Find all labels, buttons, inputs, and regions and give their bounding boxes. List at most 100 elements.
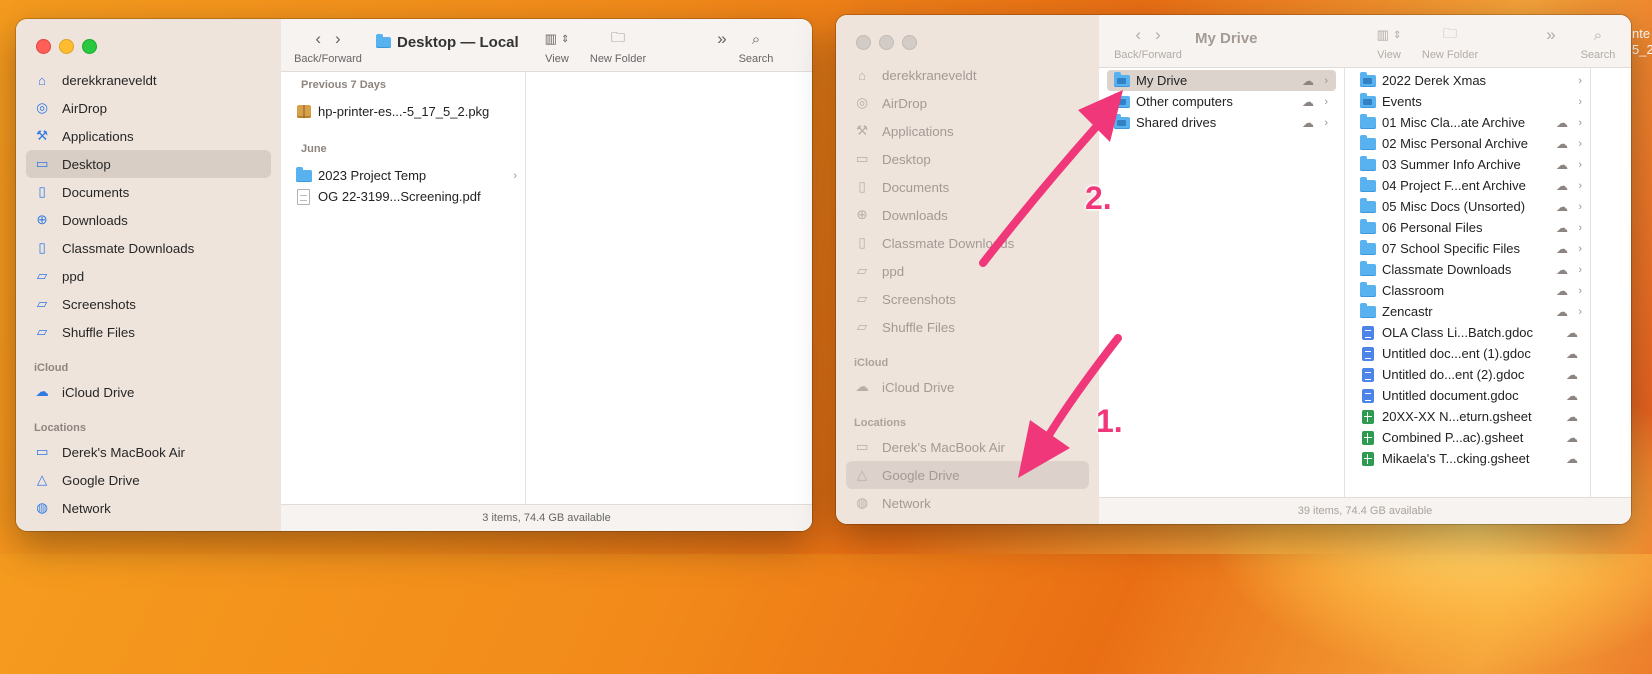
sidebar-item-derek-s-macbook-air[interactable]: ▭ Derek's MacBook Air: [846, 433, 1089, 461]
column-view-icon[interactable]: ▥: [1377, 27, 1389, 43]
cloud-download-icon[interactable]: ☁: [1562, 326, 1582, 340]
chevrons-right-icon[interactable]: »: [1546, 25, 1555, 45]
file-row[interactable]: Classroom ☁ ›: [1345, 280, 1590, 301]
sidebar-item-google-drive[interactable]: △ Google Drive: [846, 461, 1089, 489]
minimize-button[interactable]: [59, 39, 74, 54]
file-row[interactable]: Zencastr ☁ ›: [1345, 301, 1590, 322]
more-toolbar-control[interactable]: »: [1541, 23, 1561, 47]
new-folder-icon[interactable]: 🗀: [1443, 23, 1457, 47]
file-row[interactable]: 01 Misc Cla...ate Archive ☁ ›: [1345, 112, 1590, 133]
sidebar-item-ppd[interactable]: ▱ ppd: [26, 262, 271, 290]
cloud-download-icon[interactable]: ☁: [1552, 179, 1572, 193]
sidebar-item-desktop[interactable]: ▭ Desktop: [846, 145, 1089, 173]
cloud-download-icon[interactable]: ☁: [1552, 305, 1572, 319]
back-forward-control[interactable]: ‹ › Back/Forward: [293, 27, 363, 65]
cloud-download-icon[interactable]: ☁: [1552, 284, 1572, 298]
sidebar-item-google-drive[interactable]: △ Google Drive: [26, 466, 271, 494]
cloud-download-icon[interactable]: ☁: [1552, 158, 1572, 172]
sidebar-item-shuffle-files[interactable]: ▱ Shuffle Files: [26, 318, 271, 346]
file-row[interactable]: 06 Personal Files ☁ ›: [1345, 217, 1590, 238]
cloud-download-icon[interactable]: ☁: [1562, 347, 1582, 361]
sidebar-item-classmate-downloads[interactable]: ▯ Classmate Downloads: [846, 229, 1089, 257]
sidebar-item-network[interactable]: ◍ Network: [846, 489, 1089, 517]
file-row[interactable]: Combined P...ac).gsheet ☁: [1345, 427, 1590, 448]
view-control[interactable]: ▥ ⇕ View: [535, 27, 579, 65]
chevron-updown-icon[interactable]: ⇕: [1393, 30, 1401, 41]
sidebar-item-ppd[interactable]: ▱ ppd: [846, 257, 1089, 285]
file-row[interactable]: 2022 Derek Xmas ›: [1345, 70, 1590, 91]
sidebar-item-applications[interactable]: ⚒ Applications: [846, 117, 1089, 145]
sidebar-item-applications[interactable]: ⚒ Applications: [26, 122, 271, 150]
chevron-updown-icon[interactable]: ⇕: [561, 34, 569, 45]
sidebar-item-screenshots[interactable]: ▱ Screenshots: [26, 290, 271, 318]
new-folder-icon[interactable]: 🗀: [611, 27, 625, 51]
cloud-download-icon[interactable]: ☁: [1552, 137, 1572, 151]
cloud-download-icon[interactable]: ☁: [1562, 389, 1582, 403]
file-row[interactable]: Events ›: [1345, 91, 1590, 112]
cloud-download-icon[interactable]: ☁: [1298, 95, 1318, 109]
file-row[interactable]: Mikaela's T...cking.gsheet ☁: [1345, 448, 1590, 469]
cloud-download-icon[interactable]: ☁: [1552, 116, 1572, 130]
file-row[interactable]: 05 Misc Docs (Unsorted) ☁ ›: [1345, 196, 1590, 217]
back-icon[interactable]: ‹: [1135, 25, 1141, 45]
forward-icon[interactable]: ›: [335, 29, 341, 49]
file-row[interactable]: Untitled do...ent (2).gdoc ☁: [1345, 364, 1590, 385]
back-forward-control[interactable]: ‹ › Back/Forward: [1113, 23, 1183, 61]
minimize-button[interactable]: [879, 35, 894, 50]
column-view-icon[interactable]: ▥: [545, 31, 557, 47]
new-folder-control[interactable]: 🗀 New Folder: [1419, 23, 1481, 61]
search-icon[interactable]: ⌕: [1594, 27, 1602, 44]
desktop-file-label-peek[interactable]: nte 5_2: [1632, 0, 1652, 96]
sidebar-item-airdrop[interactable]: ◎ AirDrop: [26, 94, 271, 122]
cloud-download-icon[interactable]: ☁: [1562, 368, 1582, 382]
cloud-download-icon[interactable]: ☁: [1552, 263, 1572, 277]
cloud-download-icon[interactable]: ☁: [1552, 200, 1572, 214]
file-row[interactable]: 07 School Specific Files ☁ ›: [1345, 238, 1590, 259]
sidebar-item-downloads[interactable]: ⊕ Downloads: [26, 206, 271, 234]
file-row[interactable]: Untitled doc...ent (1).gdoc ☁: [1345, 343, 1590, 364]
file-row[interactable]: 04 Project F...ent Archive ☁ ›: [1345, 175, 1590, 196]
sidebar-item-icloud-drive[interactable]: ☁ iCloud Drive: [26, 378, 271, 406]
cloud-download-icon[interactable]: ☁: [1562, 452, 1582, 466]
file-row[interactable]: hp-printer-es...-5_17_5_2.pkg: [281, 101, 525, 122]
file-row[interactable]: 03 Summer Info Archive ☁ ›: [1345, 154, 1590, 175]
file-row[interactable]: Shared drives ☁ ›: [1107, 112, 1336, 133]
cloud-download-icon[interactable]: ☁: [1298, 116, 1318, 130]
sidebar-item-screenshots[interactable]: ▱ Screenshots: [846, 285, 1089, 313]
file-row[interactable]: 20XX-XX N...eturn.gsheet ☁: [1345, 406, 1590, 427]
file-row[interactable]: OLA Class Li...Batch.gdoc ☁: [1345, 322, 1590, 343]
close-button[interactable]: [856, 35, 871, 50]
file-row[interactable]: 02 Misc Personal Archive ☁ ›: [1345, 133, 1590, 154]
sidebar-item-desktop[interactable]: ▭ Desktop: [26, 150, 271, 178]
forward-icon[interactable]: ›: [1155, 25, 1161, 45]
file-row[interactable]: Untitled document.gdoc ☁: [1345, 385, 1590, 406]
sidebar-item-icloud-drive[interactable]: ☁ iCloud Drive: [846, 373, 1089, 401]
sidebar-item-documents[interactable]: ▯ Documents: [26, 178, 271, 206]
sidebar-item-documents[interactable]: ▯ Documents: [846, 173, 1089, 201]
cloud-download-icon[interactable]: ☁: [1562, 431, 1582, 445]
close-button[interactable]: [36, 39, 51, 54]
sidebar-item-classmate-downloads[interactable]: ▯ Classmate Downloads: [26, 234, 271, 262]
search-control[interactable]: ⌕ Search: [1577, 23, 1619, 62]
sidebar-item-shuffle-files[interactable]: ▱ Shuffle Files: [846, 313, 1089, 341]
cloud-download-icon[interactable]: ☁: [1298, 74, 1318, 88]
sidebar-item-derek-s-macbook-air[interactable]: ▭ Derek's MacBook Air: [26, 438, 271, 466]
sidebar-item-derekkraneveldt[interactable]: ⌂ derekkraneveldt: [846, 61, 1089, 89]
new-folder-control[interactable]: 🗀 New Folder: [587, 27, 649, 65]
sidebar-item-network[interactable]: ◍ Network: [26, 494, 271, 522]
sidebar-item-downloads[interactable]: ⊕ Downloads: [846, 201, 1089, 229]
search-icon[interactable]: ⌕: [752, 31, 760, 48]
sidebar-item-derekkraneveldt[interactable]: ⌂ derekkraneveldt: [26, 66, 271, 94]
view-control[interactable]: ▥ ⇕ View: [1367, 23, 1411, 61]
file-row[interactable]: OG 22-3199...Screening.pdf: [281, 186, 525, 207]
cloud-download-icon[interactable]: ☁: [1562, 410, 1582, 424]
zoom-button[interactable]: [902, 35, 917, 50]
cloud-download-icon[interactable]: ☁: [1552, 242, 1572, 256]
chevrons-right-icon[interactable]: »: [717, 29, 726, 49]
sidebar-item-airdrop[interactable]: ◎ AirDrop: [846, 89, 1089, 117]
file-row[interactable]: 2023 Project Temp ›: [281, 165, 525, 186]
more-toolbar-control[interactable]: »: [712, 27, 732, 51]
file-row[interactable]: Classmate Downloads ☁ ›: [1345, 259, 1590, 280]
zoom-button[interactable]: [82, 39, 97, 54]
search-control[interactable]: ⌕ Search: [735, 27, 777, 66]
